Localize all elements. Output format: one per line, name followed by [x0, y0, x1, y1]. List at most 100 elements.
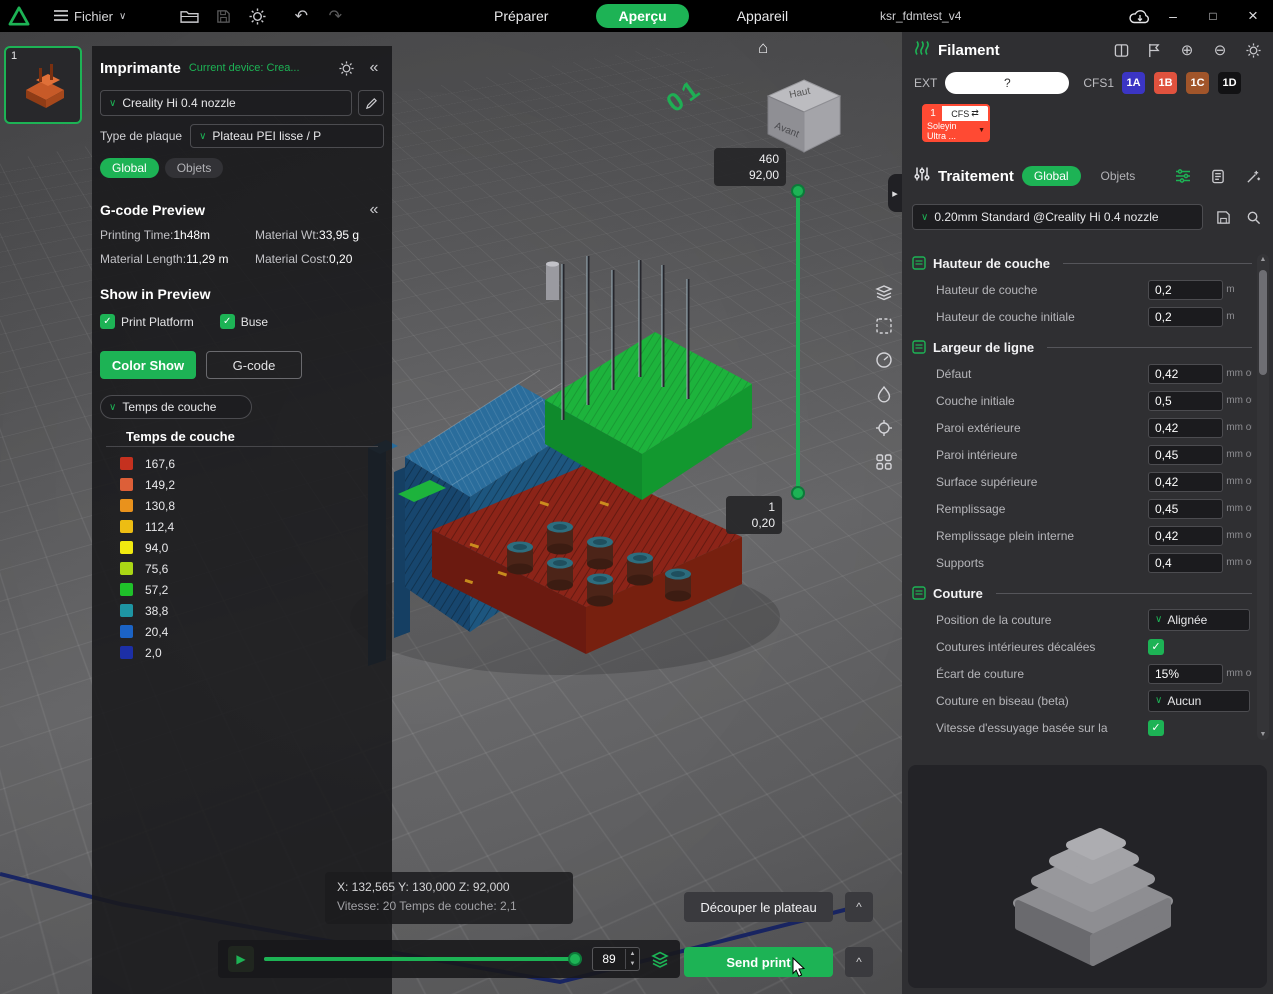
plate-thumbnail[interactable]: 1 [4, 46, 82, 124]
collapse-right-panel-handle[interactable]: ▸ [888, 174, 902, 212]
process-preset-select[interactable]: ∨ 0.20mm Standard @Creality Hi 0.4 nozzl… [912, 204, 1203, 230]
checkbox-checked-icon[interactable]: ✓ [100, 314, 115, 329]
cloud-sync-button[interactable] [1125, 4, 1155, 28]
printer-settings-icon[interactable] [336, 58, 356, 78]
param-section-header[interactable]: Couture [912, 580, 1252, 606]
param-input[interactable]: 0,45 [1148, 445, 1223, 465]
undo-button[interactable]: ↶ [284, 3, 318, 29]
tab-objets[interactable]: Objets [165, 158, 224, 178]
param-section-header[interactable]: Largeur de ligne [912, 334, 1252, 360]
param-input[interactable]: 15% [1148, 664, 1223, 684]
param-unit: mm ou [1226, 530, 1252, 541]
redo-button[interactable]: ↷ [318, 3, 352, 29]
print-platform-option[interactable]: ✓ Print Platform [100, 314, 194, 329]
param-input[interactable]: 0,42 [1148, 526, 1223, 546]
scrollbar-thumb[interactable] [1259, 270, 1267, 375]
step-value-field[interactable]: 89 ▲ ▼ [592, 947, 640, 971]
playback-slider[interactable] [264, 957, 582, 961]
plate-type-select[interactable]: ∨ Plateau PEI lisse / P [190, 124, 384, 148]
tab-appareil[interactable]: Appareil [723, 5, 802, 27]
chevron-down-icon: ∨ [921, 212, 928, 223]
params-scrollbar[interactable]: ▲ ▼ [1257, 254, 1269, 740]
gcode-view-button[interactable]: G-code [206, 351, 302, 379]
layers-mode-icon[interactable] [650, 949, 670, 969]
chevron-down-icon: ∨ [1155, 614, 1162, 625]
param-input[interactable]: 0,2 [1148, 307, 1223, 327]
param-section-header[interactable]: Hauteur de couche [912, 250, 1252, 276]
scroll-down-icon[interactable]: ▼ [1257, 731, 1269, 738]
filament-slot-1B[interactable]: 1B [1154, 72, 1177, 94]
layer-slider-top-handle[interactable] [791, 184, 805, 198]
send-print-button[interactable]: Send print [684, 947, 833, 977]
param-input[interactable]: 0,42 [1148, 364, 1223, 384]
save-button[interactable] [206, 3, 240, 29]
filament-slot-1D[interactable]: 1D [1218, 72, 1241, 94]
legend-value: 38,8 [145, 604, 168, 618]
color-show-button[interactable]: Color Show [100, 351, 196, 379]
active-filament-card[interactable]: 1 CFS ⇄ Soleyin Ultra ... ▼ [922, 104, 990, 142]
speed-icon[interactable] [874, 350, 894, 370]
legend-mode-select[interactable]: ∨ Temps de couche [100, 395, 252, 419]
tab-apercu[interactable]: Aperçu [596, 4, 688, 28]
maximize-button[interactable]: □ [1193, 0, 1233, 32]
filament-slot-1C[interactable]: 1C [1186, 72, 1209, 94]
tab-global[interactable]: Global [100, 158, 159, 178]
param-checkbox[interactable]: ✓ [1148, 720, 1164, 736]
param-input[interactable]: 0,45 [1148, 499, 1223, 519]
filament-settings-icon[interactable] [1243, 40, 1263, 60]
param-input[interactable]: 0,42 [1148, 472, 1223, 492]
home-view-icon[interactable]: ⌂ [758, 38, 768, 58]
filament-dropdown-icon[interactable]: ▼ [978, 127, 985, 134]
open-file-button[interactable] [172, 3, 206, 29]
filament-slot-1A[interactable]: 1A [1122, 72, 1145, 94]
step-up-icon[interactable]: ▲ [626, 949, 639, 959]
param-input[interactable]: 0,42 [1148, 418, 1223, 438]
tab-preparer[interactable]: Préparer [480, 5, 562, 27]
step-stepper[interactable]: ▲ ▼ [625, 949, 639, 969]
playback-slider-handle[interactable] [568, 952, 582, 966]
param-select[interactable]: ∨ Alignée [1148, 609, 1250, 631]
step-down-icon[interactable]: ▼ [626, 959, 639, 969]
filament-flag-icon[interactable] [1144, 40, 1164, 60]
remove-filament-icon[interactable]: ⊖ [1210, 40, 1230, 60]
checkbox-checked-icon[interactable]: ✓ [220, 314, 235, 329]
settings-button[interactable] [240, 3, 274, 29]
layer-slider-bottom-handle[interactable] [791, 486, 805, 500]
notes-list-icon[interactable] [1208, 166, 1228, 186]
printer-select[interactable]: ∨ Creality Hi 0.4 nozzle [100, 90, 352, 116]
minimize-button[interactable]: – [1153, 0, 1193, 32]
param-table-icon[interactable] [1173, 166, 1193, 186]
layer-slider-track[interactable] [796, 190, 800, 493]
slice-options-button[interactable]: ^ [845, 892, 873, 922]
nozzle-option[interactable]: ✓ Buse [220, 314, 268, 329]
process-tab-global[interactable]: Global [1022, 166, 1081, 186]
stat-value: 0,20 [329, 252, 352, 266]
edit-printer-button[interactable] [358, 90, 384, 116]
close-button[interactable]: × [1233, 0, 1273, 32]
ext-filament-input[interactable]: ? [945, 72, 1069, 94]
collapse-panel-icon[interactable]: « [364, 58, 384, 78]
grid-apps-icon[interactable] [874, 452, 894, 472]
plate-outline-icon[interactable] [874, 316, 894, 336]
save-preset-icon[interactable] [1213, 207, 1233, 227]
layer-stack-icon[interactable] [874, 282, 894, 302]
param-input[interactable]: 0,2 [1148, 280, 1223, 300]
play-button[interactable]: ▶ [228, 946, 254, 972]
param-checkbox[interactable]: ✓ [1148, 639, 1164, 655]
flow-icon[interactable] [874, 384, 894, 404]
focus-icon[interactable] [874, 418, 894, 438]
scroll-up-icon[interactable]: ▲ [1257, 256, 1269, 263]
param-input[interactable]: 0,4 [1148, 553, 1223, 573]
print-options-button[interactable]: ^ [845, 947, 873, 977]
filament-columns-icon[interactable] [1111, 40, 1131, 60]
file-menu[interactable]: Fichier ∨ [54, 9, 126, 24]
collapse-gcode-icon[interactable]: « [364, 200, 384, 220]
magic-wand-icon[interactable] [1243, 166, 1263, 186]
process-tab-objets[interactable]: Objets [1089, 166, 1148, 186]
search-params-icon[interactable] [1243, 207, 1263, 227]
param-select[interactable]: ∨ Aucun [1148, 690, 1250, 712]
slice-plate-button[interactable]: Découper le plateau [684, 892, 833, 922]
param-input[interactable]: 0,5 [1148, 391, 1223, 411]
add-filament-icon[interactable]: ⊕ [1177, 40, 1197, 60]
param-unit: mm ou [1226, 668, 1252, 679]
